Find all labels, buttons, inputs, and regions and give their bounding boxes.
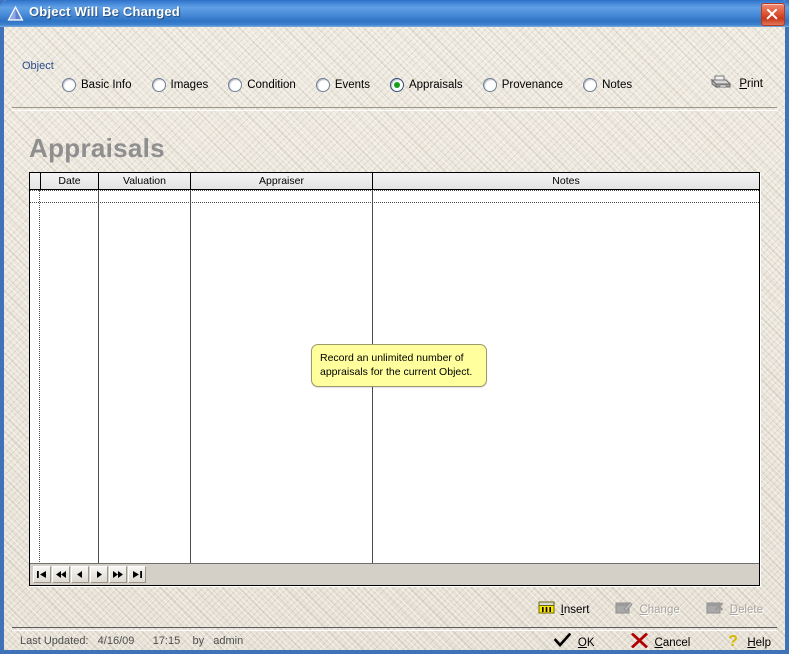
dialog-window: Object Will Be Changed Object Basic Info… (0, 0, 789, 654)
prev-record-button[interactable] (71, 566, 89, 583)
column-header-appraiser[interactable]: Appraiser (191, 173, 373, 189)
svg-text:?: ? (728, 633, 738, 648)
tab-label: Notes (602, 79, 633, 91)
nav-separator (12, 107, 777, 111)
last-record-button[interactable] (128, 566, 146, 583)
insert-button[interactable]: Insert (538, 600, 590, 619)
question-icon: ? (726, 632, 740, 650)
next-page-button[interactable] (109, 566, 127, 583)
column-header-notes[interactable]: Notes (373, 173, 759, 189)
title-bar[interactable]: Object Will Be Changed (0, 0, 789, 27)
insert-label: Insert (560, 603, 590, 616)
printer-icon (708, 72, 732, 96)
change-label: Change (639, 603, 680, 616)
insert-icon (538, 600, 555, 619)
delete-button[interactable]: Delete (706, 600, 763, 619)
tab-notes[interactable]: Notes (583, 78, 632, 92)
cancel-label: Cancel (654, 636, 691, 649)
tab-label: Images (170, 79, 209, 91)
tab-label: Events (334, 79, 370, 91)
grid-navigator (30, 563, 759, 585)
grid-body[interactable]: Record an unlimited number of appraisals… (30, 190, 759, 564)
first-record-button[interactable] (33, 566, 51, 583)
grid-header-row: Date Valuation Appraiser Notes (30, 173, 759, 190)
radio-icon (482, 78, 497, 92)
grid-empty-row[interactable] (30, 190, 759, 203)
tab-radio-group: Basic Info Images Condition Events Appra… (62, 75, 652, 95)
radio-icon (583, 78, 598, 92)
grid-row-indicator-column (30, 190, 40, 564)
nav-group-label: Object (22, 60, 54, 72)
next-record-button[interactable] (90, 566, 108, 583)
status-bar: Last Updated: 4/16/09 17:15 by admin OK (4, 631, 785, 650)
callout-tooltip: Record an unlimited number of appraisals… (311, 344, 487, 387)
change-button[interactable]: Change (615, 600, 680, 619)
column-separator-date (98, 190, 99, 564)
radio-icon (228, 78, 243, 92)
delete-label: Delete (729, 603, 763, 616)
column-separator-valuation (190, 190, 191, 564)
tab-basic-info[interactable]: Basic Info (62, 78, 132, 92)
tab-label: Appraisals (408, 79, 463, 91)
client-area: Object Basic Info Images Condition Event… (4, 27, 785, 650)
main-panel: Appraisals Date Valuation Appraiser Note… (18, 115, 771, 595)
print-button[interactable]: Print (708, 72, 763, 96)
dialog-button-row: OK Cancel ? Help (518, 632, 771, 650)
cancel-button[interactable]: Cancel (630, 632, 691, 651)
help-button[interactable]: ? Help (726, 632, 771, 650)
tab-images[interactable]: Images (151, 78, 209, 92)
radio-icon-selected (389, 78, 404, 92)
window-title: Object Will Be Changed (29, 4, 180, 19)
tab-events[interactable]: Events (315, 78, 370, 92)
help-label: Help (747, 636, 771, 649)
triangle-icon (7, 5, 24, 22)
change-icon (615, 600, 634, 619)
ok-label: OK (577, 636, 595, 649)
last-updated-text: Last Updated: 4/16/09 17:15 by admin (20, 635, 244, 647)
tab-label: Basic Info (81, 79, 132, 91)
appraisals-grid[interactable]: Date Valuation Appraiser Notes Record an… (29, 172, 760, 586)
close-button[interactable] (761, 3, 785, 26)
radio-icon (151, 78, 166, 92)
tab-condition[interactable]: Condition (228, 78, 296, 92)
x-icon (630, 632, 648, 651)
radio-icon (62, 78, 76, 92)
print-label: Print (739, 78, 763, 90)
check-icon (553, 632, 572, 651)
record-action-row: Insert Change Delete (512, 600, 763, 619)
tab-provenance[interactable]: Provenance (482, 78, 564, 92)
ok-button[interactable]: OK (553, 632, 595, 651)
page-title: Appraisals (29, 133, 165, 163)
delete-icon (706, 600, 724, 619)
column-header-valuation[interactable]: Valuation (99, 173, 191, 189)
grid-row-indicator-header (30, 173, 41, 189)
prev-page-button[interactable] (52, 566, 70, 583)
record-nav-buttons (33, 566, 147, 583)
tab-label: Condition (247, 79, 296, 91)
radio-icon (315, 78, 330, 92)
column-header-date[interactable]: Date (41, 173, 99, 189)
tab-label: Provenance (501, 79, 564, 91)
tab-appraisals[interactable]: Appraisals (389, 78, 463, 92)
